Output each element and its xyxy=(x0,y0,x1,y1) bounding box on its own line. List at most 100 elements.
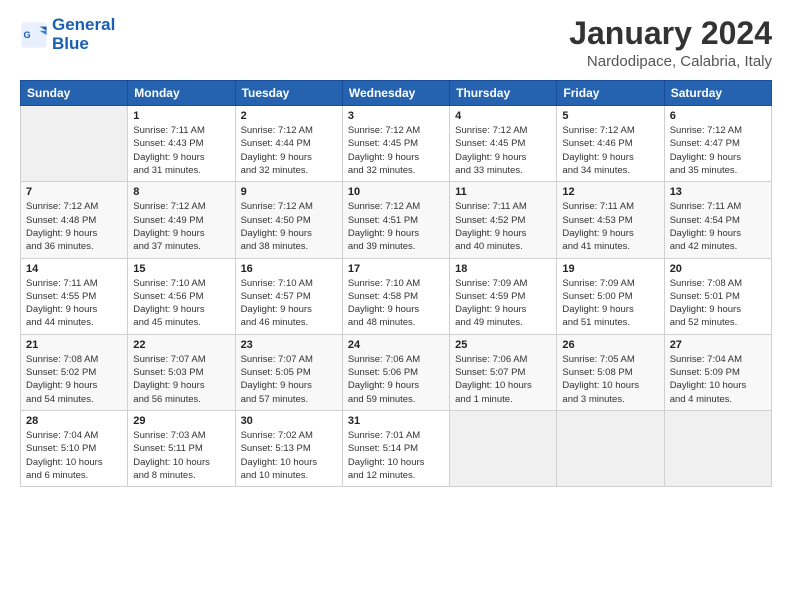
day-number: 3 xyxy=(348,110,444,122)
day-info: Sunrise: 7:01 AMSunset: 5:14 PMDaylight:… xyxy=(348,429,444,482)
day-info: Sunrise: 7:08 AMSunset: 5:02 PMDaylight:… xyxy=(26,353,122,406)
calendar-cell: 14 Sunrise: 7:11 AMSunset: 4:55 PMDayligh… xyxy=(21,258,128,334)
calendar-cell: 24 Sunrise: 7:06 AMSunset: 5:06 PMDayligh… xyxy=(342,334,449,410)
calendar-cell: 7 Sunrise: 7:12 AMSunset: 4:48 PMDaylight… xyxy=(21,182,128,258)
calendar-cell: 26 Sunrise: 7:05 AMSunset: 5:08 PMDayligh… xyxy=(557,334,664,410)
day-info: Sunrise: 7:12 AMSunset: 4:48 PMDaylight:… xyxy=(26,200,122,253)
day-info: Sunrise: 7:12 AMSunset: 4:46 PMDaylight:… xyxy=(562,124,658,177)
day-info: Sunrise: 7:08 AMSunset: 5:01 PMDaylight:… xyxy=(670,277,766,330)
calendar-cell: 9 Sunrise: 7:12 AMSunset: 4:50 PMDaylight… xyxy=(235,182,342,258)
calendar-cell: 19Sunrise: 7:09 AMSunset: 5:00 PMDayligh… xyxy=(557,258,664,334)
day-info: Sunrise: 7:11 AMSunset: 4:43 PMDaylight:… xyxy=(133,124,229,177)
logo-text: General Blue xyxy=(52,16,115,53)
calendar-cell xyxy=(21,106,128,182)
calendar-title: January 2024 xyxy=(569,16,772,51)
day-info: Sunrise: 7:06 AMSunset: 5:06 PMDaylight:… xyxy=(348,353,444,406)
day-number: 17 xyxy=(348,263,444,275)
day-number: 29 xyxy=(133,415,229,427)
calendar-cell xyxy=(450,410,557,486)
header-friday: Friday xyxy=(557,81,664,106)
day-info: Sunrise: 7:11 AMSunset: 4:52 PMDaylight:… xyxy=(455,200,551,253)
page-container: G General Blue January 2024 Nardodipace,… xyxy=(0,0,792,497)
day-number: 25 xyxy=(455,339,551,351)
calendar-cell: 21 Sunrise: 7:08 AMSunset: 5:02 PMDayligh… xyxy=(21,334,128,410)
header-wednesday: Wednesday xyxy=(342,81,449,106)
day-info: Sunrise: 7:02 AMSunset: 5:13 PMDaylight:… xyxy=(241,429,337,482)
calendar-cell: 16 Sunrise: 7:10 AMSunset: 4:57 PMDayligh… xyxy=(235,258,342,334)
day-number: 13 xyxy=(670,186,766,198)
day-info: Sunrise: 7:07 AMSunset: 5:03 PMDaylight:… xyxy=(133,353,229,406)
calendar-cell: 30 Sunrise: 7:02 AMSunset: 5:13 PMDayligh… xyxy=(235,410,342,486)
calendar-cell: 17 Sunrise: 7:10 AMSunset: 4:58 PMDayligh… xyxy=(342,258,449,334)
day-info: Sunrise: 7:12 AMSunset: 4:44 PMDaylight:… xyxy=(241,124,337,177)
day-info: Sunrise: 7:10 AMSunset: 4:57 PMDaylight:… xyxy=(241,277,337,330)
day-info: Sunrise: 7:12 AMSunset: 4:50 PMDaylight:… xyxy=(241,200,337,253)
day-number: 7 xyxy=(26,186,122,198)
day-number: 16 xyxy=(241,263,337,275)
calendar-cell: 20Sunrise: 7:08 AMSunset: 5:01 PMDayligh… xyxy=(664,258,771,334)
day-number: 21 xyxy=(26,339,122,351)
day-info: Sunrise: 7:10 AMSunset: 4:56 PMDaylight:… xyxy=(133,277,229,330)
week-row-3: 14 Sunrise: 7:11 AMSunset: 4:55 PMDayligh… xyxy=(21,258,772,334)
day-info: Sunrise: 7:04 AMSunset: 5:09 PMDaylight:… xyxy=(670,353,766,406)
week-row-4: 21 Sunrise: 7:08 AMSunset: 5:02 PMDayligh… xyxy=(21,334,772,410)
calendar-cell: 12Sunrise: 7:11 AMSunset: 4:53 PMDayligh… xyxy=(557,182,664,258)
day-number: 8 xyxy=(133,186,229,198)
calendar-cell: 4Sunrise: 7:12 AMSunset: 4:45 PMDaylight… xyxy=(450,106,557,182)
calendar-cell: 29 Sunrise: 7:03 AMSunset: 5:11 PMDayligh… xyxy=(128,410,235,486)
title-block: January 2024 Nardodipace, Calabria, Ital… xyxy=(569,16,772,70)
day-number: 5 xyxy=(562,110,658,122)
day-number: 11 xyxy=(455,186,551,198)
day-number: 15 xyxy=(133,263,229,275)
day-number: 4 xyxy=(455,110,551,122)
calendar-cell: 5 Sunrise: 7:12 AMSunset: 4:46 PMDaylight… xyxy=(557,106,664,182)
calendar-cell: 8Sunrise: 7:12 AMSunset: 4:49 PMDaylight… xyxy=(128,182,235,258)
day-info: Sunrise: 7:11 AMSunset: 4:54 PMDaylight:… xyxy=(670,200,766,253)
day-info: Sunrise: 7:12 AMSunset: 4:51 PMDaylight:… xyxy=(348,200,444,253)
day-info: Sunrise: 7:09 AMSunset: 5:00 PMDaylight:… xyxy=(562,277,658,330)
day-number: 26 xyxy=(562,339,658,351)
calendar-cell: 31Sunrise: 7:01 AMSunset: 5:14 PMDayligh… xyxy=(342,410,449,486)
calendar-cell: 28 Sunrise: 7:04 AMSunset: 5:10 PMDayligh… xyxy=(21,410,128,486)
calendar-cell: 23 Sunrise: 7:07 AMSunset: 5:05 PMDayligh… xyxy=(235,334,342,410)
calendar-table: Sunday Monday Tuesday Wednesday Thursday… xyxy=(20,80,772,487)
header: G General Blue January 2024 Nardodipace,… xyxy=(20,16,772,70)
header-sunday: Sunday xyxy=(21,81,128,106)
day-info: Sunrise: 7:12 AMSunset: 4:47 PMDaylight:… xyxy=(670,124,766,177)
day-number: 24 xyxy=(348,339,444,351)
day-info: Sunrise: 7:07 AMSunset: 5:05 PMDaylight:… xyxy=(241,353,337,406)
day-number: 23 xyxy=(241,339,337,351)
day-number: 6 xyxy=(670,110,766,122)
header-row: Sunday Monday Tuesday Wednesday Thursday… xyxy=(21,81,772,106)
calendar-cell: 27 Sunrise: 7:04 AMSunset: 5:09 PMDayligh… xyxy=(664,334,771,410)
day-number: 30 xyxy=(241,415,337,427)
logo: G General Blue xyxy=(20,16,115,53)
day-number: 9 xyxy=(241,186,337,198)
day-info: Sunrise: 7:12 AMSunset: 4:45 PMDaylight:… xyxy=(348,124,444,177)
day-info: Sunrise: 7:11 AMSunset: 4:55 PMDaylight:… xyxy=(26,277,122,330)
day-info: Sunrise: 7:10 AMSunset: 4:58 PMDaylight:… xyxy=(348,277,444,330)
logo-icon: G xyxy=(20,21,48,49)
day-info: Sunrise: 7:05 AMSunset: 5:08 PMDaylight:… xyxy=(562,353,658,406)
calendar-cell xyxy=(664,410,771,486)
day-info: Sunrise: 7:03 AMSunset: 5:11 PMDaylight:… xyxy=(133,429,229,482)
calendar-cell: 11 Sunrise: 7:11 AMSunset: 4:52 PMDayligh… xyxy=(450,182,557,258)
header-tuesday: Tuesday xyxy=(235,81,342,106)
calendar-cell: 25 Sunrise: 7:06 AMSunset: 5:07 PMDayligh… xyxy=(450,334,557,410)
header-thursday: Thursday xyxy=(450,81,557,106)
day-number: 2 xyxy=(241,110,337,122)
calendar-cell: 10 Sunrise: 7:12 AMSunset: 4:51 PMDayligh… xyxy=(342,182,449,258)
day-info: Sunrise: 7:06 AMSunset: 5:07 PMDaylight:… xyxy=(455,353,551,406)
day-number: 18 xyxy=(455,263,551,275)
day-number: 27 xyxy=(670,339,766,351)
week-row-2: 7 Sunrise: 7:12 AMSunset: 4:48 PMDaylight… xyxy=(21,182,772,258)
day-info: Sunrise: 7:04 AMSunset: 5:10 PMDaylight:… xyxy=(26,429,122,482)
week-row-5: 28 Sunrise: 7:04 AMSunset: 5:10 PMDayligh… xyxy=(21,410,772,486)
calendar-cell: 3 Sunrise: 7:12 AMSunset: 4:45 PMDaylight… xyxy=(342,106,449,182)
day-number: 28 xyxy=(26,415,122,427)
svg-text:G: G xyxy=(24,29,31,39)
day-number: 10 xyxy=(348,186,444,198)
day-number: 14 xyxy=(26,263,122,275)
calendar-cell: 18Sunrise: 7:09 AMSunset: 4:59 PMDayligh… xyxy=(450,258,557,334)
day-number: 1 xyxy=(133,110,229,122)
